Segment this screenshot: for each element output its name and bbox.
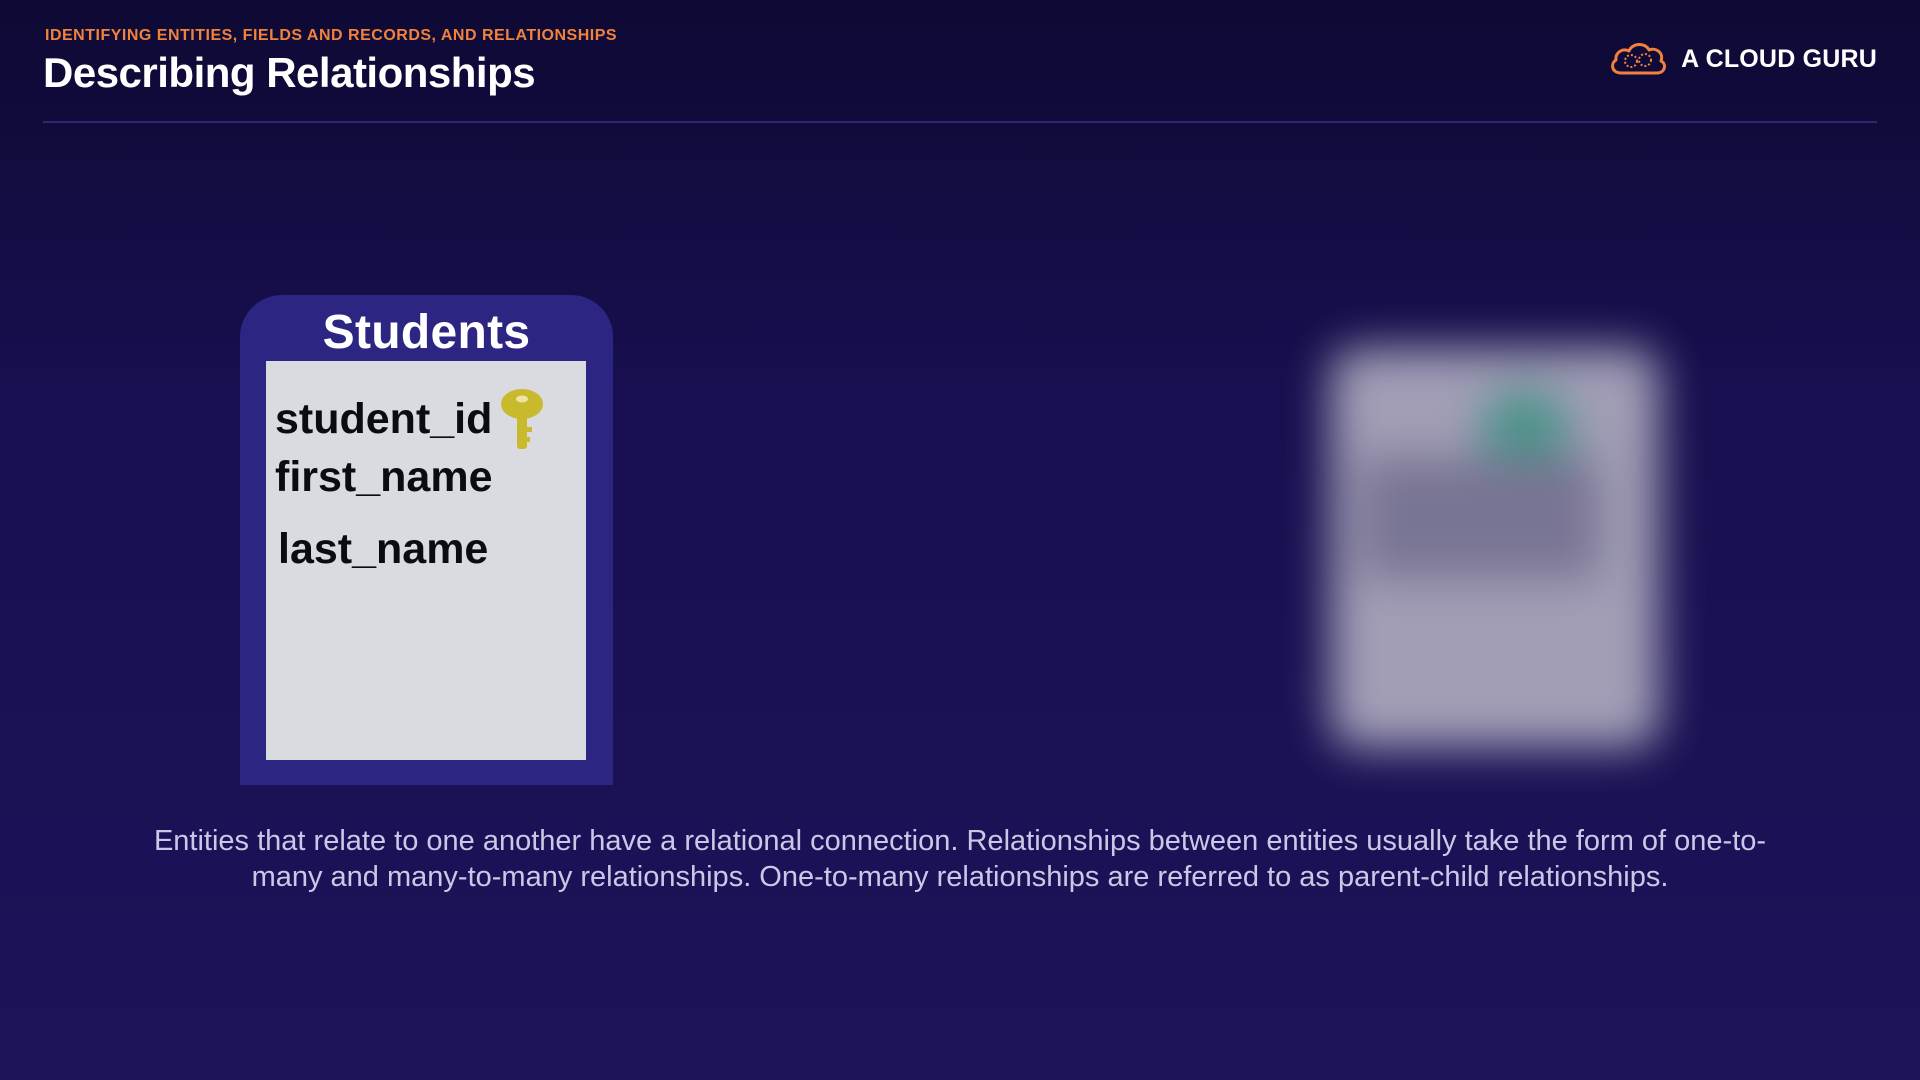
field-label: first_name bbox=[275, 453, 493, 501]
primary-key-icon bbox=[498, 387, 546, 453]
blurred-content bbox=[1360, 458, 1600, 578]
slide-title: Describing Relationships bbox=[43, 49, 536, 96]
field-label: student_id bbox=[275, 394, 493, 443]
cloud-logo-icon bbox=[1607, 39, 1669, 79]
field-label: last_name bbox=[278, 525, 489, 573]
entity-field-list: student_id first_name last_name bbox=[266, 361, 586, 760]
section-eyebrow: IDENTIFYING ENTITIES, FIELDS AND RECORDS… bbox=[45, 27, 618, 44]
field-first-name: first_name bbox=[275, 453, 492, 502]
slide-header: IDENTIFYING ENTITIES, FIELDS AND RECORDS… bbox=[43, 25, 1877, 123]
brand-logo: A CLOUD GURU bbox=[1607, 39, 1877, 79]
entity-name: Students bbox=[322, 306, 531, 359]
slide-caption: Entities that relate to one another have… bbox=[153, 825, 1767, 893]
students-entity-card: Students student_id first_name last_name bbox=[240, 295, 613, 785]
field-last-name: last_name bbox=[278, 525, 488, 574]
brand-name: A CLOUD GURU bbox=[1681, 44, 1877, 73]
blurred-entity-card bbox=[1330, 348, 1660, 748]
field-student-id: student_id bbox=[275, 385, 546, 453]
